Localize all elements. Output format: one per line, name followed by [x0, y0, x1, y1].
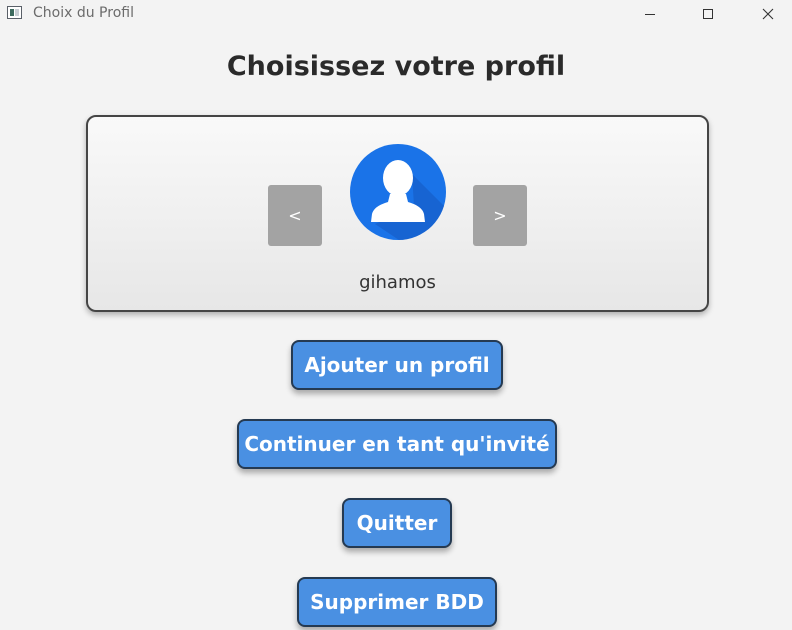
minimize-button[interactable] [627, 0, 673, 28]
maximize-button[interactable] [685, 0, 731, 28]
quit-button[interactable]: Quitter [342, 498, 452, 548]
close-button[interactable] [745, 0, 791, 28]
continue-as-guest-button[interactable]: Continuer en tant qu'invité [237, 419, 557, 469]
next-profile-button[interactable]: > [473, 185, 527, 246]
close-icon [762, 8, 774, 20]
window-title: Choix du Profil [33, 5, 134, 21]
add-profile-button[interactable]: Ajouter un profil [291, 340, 503, 390]
previous-profile-button[interactable]: < [268, 185, 322, 246]
title-bar: Choix du Profil [0, 0, 792, 28]
delete-database-button[interactable]: Supprimer BDD [297, 577, 497, 627]
page-title: Choisissez votre profil [226, 51, 566, 82]
user-avatar-icon[interactable] [350, 144, 446, 240]
maximize-icon [703, 9, 713, 19]
profile-username: gihamos [359, 272, 436, 293]
minimize-icon [645, 13, 655, 15]
app-window-icon [7, 6, 22, 19]
profile-selector-card: < > gihamos [86, 115, 709, 312]
